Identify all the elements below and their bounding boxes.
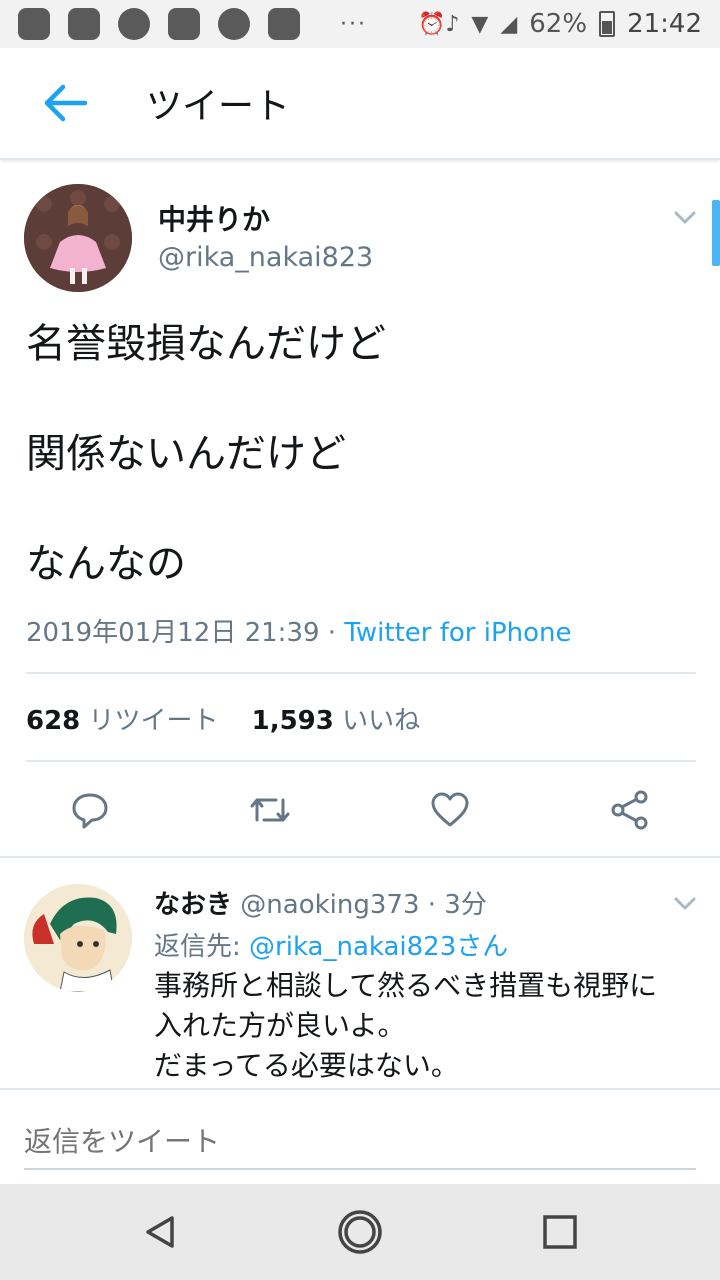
reply-line: だまってる必要はない。 bbox=[154, 1049, 459, 1082]
battery-percent: 62% bbox=[529, 9, 588, 39]
square-recents-icon bbox=[543, 1215, 577, 1249]
avatar-image bbox=[24, 184, 132, 292]
reply-time: · 3分 bbox=[427, 890, 487, 920]
nav-home-button[interactable] bbox=[332, 1204, 388, 1260]
avatar-image bbox=[24, 884, 132, 992]
heart-icon bbox=[431, 792, 469, 827]
divider bbox=[0, 1088, 720, 1090]
like-stat[interactable]: 1,593 いいね bbox=[252, 706, 421, 736]
chevron-down-icon bbox=[674, 897, 696, 910]
reply-text: 事務所と相談して然るべき措置も視野に 入れた方が良いよ。 だまってる必要はない。 bbox=[154, 966, 706, 1086]
source-link[interactable]: Twitter for iPhone bbox=[344, 618, 571, 648]
nav-back-button[interactable] bbox=[132, 1204, 188, 1260]
like-count: 1,593 bbox=[251, 706, 334, 736]
like-label: いいね bbox=[342, 706, 421, 736]
signal-icon: ◢ bbox=[500, 11, 518, 37]
tweet-meta: 2019年01月12日 21:39 · Twitter for iPhone bbox=[26, 612, 572, 649]
page-title: ツイート bbox=[146, 86, 291, 127]
tweet-actions bbox=[0, 774, 720, 844]
reply-author-name[interactable]: なおき bbox=[154, 890, 232, 920]
retweet-label: リツイート bbox=[88, 706, 219, 736]
more-options-button[interactable] bbox=[670, 202, 700, 232]
retweet-icon bbox=[250, 798, 290, 822]
system-nav-bar bbox=[0, 1184, 720, 1280]
share-icon bbox=[611, 790, 648, 830]
reply-tweet[interactable]: なおき @naoking373 · 3分 返信先: @rika_nakai823… bbox=[0, 858, 720, 1090]
author-handle[interactable]: @rika_nakai823 bbox=[158, 242, 373, 273]
app-icon bbox=[268, 8, 300, 40]
app-header: ツイート bbox=[0, 48, 720, 160]
tweet-stats: 628 リツイート 1,593 いいね bbox=[26, 700, 420, 737]
reply-input[interactable] bbox=[24, 1114, 696, 1170]
system-icons: ⏰♪ ▼ ◢ 62% 21:42 bbox=[418, 9, 702, 39]
wifi-icon: ▼ bbox=[471, 11, 489, 37]
tweet-text: 名誉毀損なんだけど 関係ないんだけど なんなの bbox=[26, 316, 696, 646]
app-icon bbox=[118, 8, 150, 40]
divider bbox=[26, 760, 696, 762]
reply-to: 返信先: @rika_nakai823さん bbox=[154, 926, 508, 963]
arrow-left-icon bbox=[44, 84, 88, 122]
alarm-icon: ⏰♪ bbox=[417, 11, 460, 37]
retweet-stat[interactable]: 628 リツイート bbox=[26, 706, 219, 736]
reply-icon bbox=[72, 793, 108, 829]
chevron-down-icon bbox=[674, 211, 696, 224]
reply-to-label: 返信先: bbox=[154, 932, 250, 962]
reply-header: なおき @naoking373 · 3分 bbox=[154, 884, 487, 921]
battery-icon bbox=[599, 11, 616, 37]
triangle-back-icon bbox=[146, 1216, 174, 1248]
share-button[interactable] bbox=[608, 788, 652, 832]
reply-button[interactable] bbox=[68, 788, 112, 832]
reply-author-handle[interactable]: @naoking373 bbox=[240, 890, 419, 920]
tweet-line: 関係ないんだけど bbox=[26, 431, 346, 477]
author-name[interactable]: 中井りか bbox=[158, 198, 270, 238]
wowma-icon bbox=[168, 8, 200, 40]
reply-to-link[interactable]: @rika_nakai823さん bbox=[249, 932, 508, 962]
more-options-button[interactable] bbox=[670, 888, 700, 918]
tweet-line: なんなの bbox=[26, 541, 186, 587]
notification-icons: ··· bbox=[18, 8, 367, 40]
youtube-icon bbox=[18, 8, 50, 40]
avatar[interactable] bbox=[24, 884, 132, 992]
more-notifications-icon: ··· bbox=[340, 11, 367, 37]
like-button[interactable] bbox=[428, 788, 472, 832]
retweet-button[interactable] bbox=[248, 788, 292, 832]
tweet-line: 名誉毀損なんだけど bbox=[26, 321, 386, 367]
nav-recents-button[interactable] bbox=[532, 1204, 588, 1260]
avatar[interactable] bbox=[24, 184, 132, 292]
back-button[interactable] bbox=[20, 58, 110, 148]
retweet-count: 628 bbox=[26, 706, 81, 736]
compose-bar bbox=[0, 1092, 720, 1184]
status-bar: ··· ⏰♪ ▼ ◢ 62% 21:42 bbox=[0, 0, 720, 48]
reply-line: 入れた方が良いよ。 bbox=[154, 1009, 406, 1042]
scrollbar[interactable] bbox=[712, 200, 720, 266]
app-icon bbox=[68, 8, 100, 40]
circle-home-icon bbox=[338, 1210, 382, 1254]
divider bbox=[26, 672, 696, 674]
reply-line: 事務所と相談して然るべき措置も視野に bbox=[154, 969, 658, 1002]
clock: 21:42 bbox=[627, 9, 702, 39]
app-icon bbox=[218, 8, 250, 40]
timestamp: 2019年01月12日 21:39 · bbox=[26, 618, 345, 648]
